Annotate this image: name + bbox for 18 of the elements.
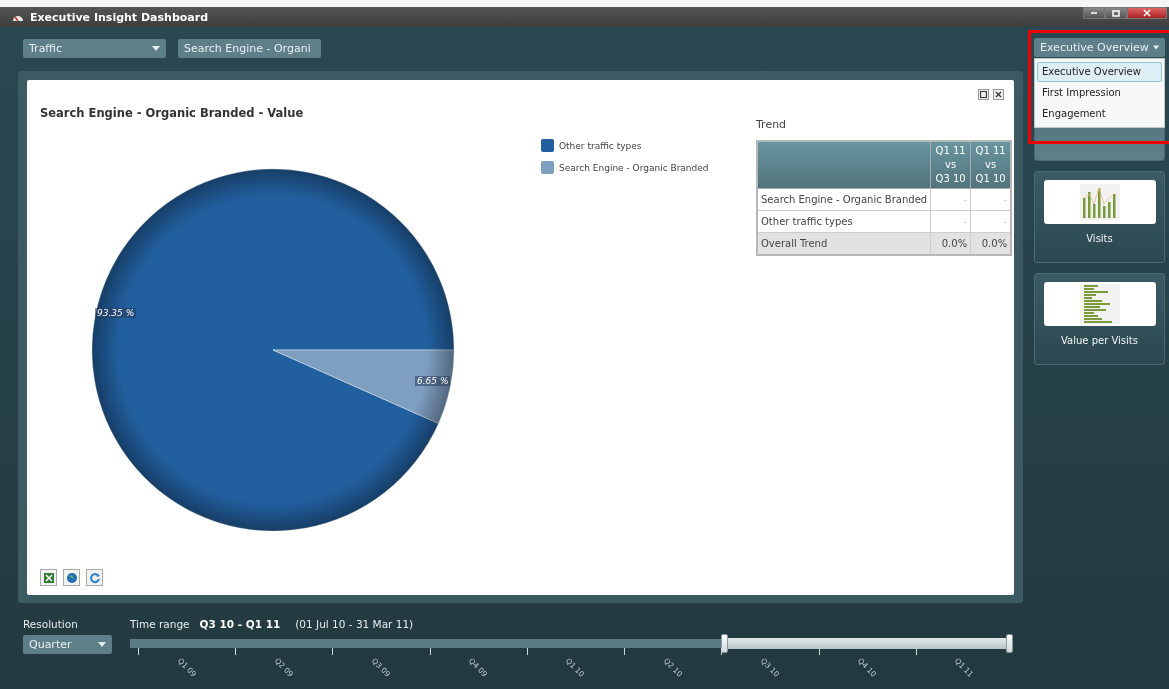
range-value: Q3 10 - Q1 11 <box>199 618 281 630</box>
row-label: Search Engine - Organic Branded <box>757 188 931 211</box>
legend-label: Search Engine - Organic Branded <box>559 162 709 173</box>
legend-label: Other traffic types <box>559 140 642 151</box>
field-label: Time range <box>130 618 190 630</box>
row-label: Overall Trend <box>757 232 931 255</box>
table-cell: - <box>930 188 971 211</box>
column-header: Q1 11 vs Q1 10 <box>970 141 1012 189</box>
data-label: 93.35 % <box>95 308 137 318</box>
row-label: Other traffic types <box>757 210 931 233</box>
chart-title: Search Engine - Organic Branded - Value <box>40 106 305 120</box>
table-cell: - <box>930 210 971 233</box>
data-label: 6.65 % <box>415 376 451 386</box>
date-range: (01 Jul 10 - 31 Mar 11) <box>295 618 414 630</box>
field-label: Resolution <box>23 618 79 630</box>
section-title: Trend <box>756 118 788 131</box>
window-title: Executive Insight Dashboard <box>30 10 209 24</box>
column-header: Q1 11 vs Q3 10 <box>930 141 971 189</box>
